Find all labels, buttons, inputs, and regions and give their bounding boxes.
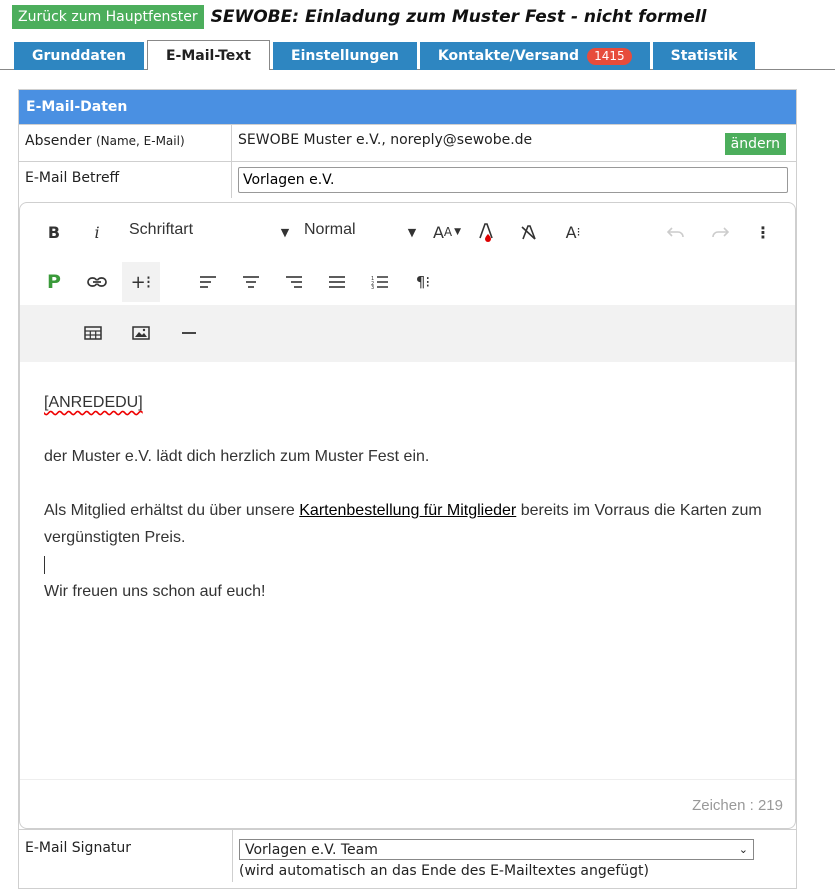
rich-text-editor: B i Schriftart ▼ Normal ▼ A A ▼ A ⁝ ⋮ P +⁝ — [19, 202, 796, 829]
font-family-chevron-icon[interactable]: ▼ — [267, 214, 303, 250]
chevron-down-icon: ⌄ — [738, 843, 748, 856]
content-closing: Wir freuen uns schon auf euch! — [44, 583, 266, 600]
tab-grunddaten[interactable]: Grunddaten — [14, 42, 144, 70]
subject-value-cell — [232, 162, 796, 198]
toolbar-row-3 — [20, 305, 795, 362]
content-greeting: [ANREDEDU] — [44, 394, 143, 411]
content-paragraph-2: Als Mitglied erhältst du über unsere Kar… — [44, 502, 762, 546]
signature-row: E-Mail Signatur Vorlagen e.V. Team ⌄ (wi… — [18, 829, 797, 882]
editor-content[interactable]: [ANREDEDU] der Muster e.V. lädt dich her… — [44, 389, 771, 605]
tab-kontakte-versand[interactable]: Kontakte/Versand 1415 — [419, 42, 650, 70]
align-right-icon[interactable] — [276, 264, 312, 300]
text-case-icon[interactable]: A A ▼ — [423, 214, 471, 250]
text-cursor — [44, 551, 771, 578]
font-family-select[interactable]: Schriftart — [129, 221, 193, 239]
sender-value-cell: SEWOBE Muster e.V., noreply@sewobe.de än… — [232, 125, 796, 161]
order-link[interactable]: Kartenbestellung für Mitglieder — [299, 502, 516, 519]
tab-einstellungen[interactable]: Einstellungen — [273, 42, 417, 70]
subject-label: E-Mail Betreff — [19, 162, 232, 198]
redo-icon[interactable] — [702, 214, 738, 250]
font-size-select[interactable]: Normal — [304, 221, 356, 239]
link-icon[interactable] — [79, 264, 115, 300]
tab-email-text[interactable]: E-Mail-Text — [146, 40, 270, 70]
sender-row: Absender (Name, E-Mail) SEWOBE Muster e.… — [19, 124, 796, 161]
ordered-list-icon[interactable]: 123 — [362, 264, 398, 300]
toolbar-row-1: B i Schriftart ▼ Normal ▼ A A ▼ A ⁝ ⋮ — [20, 207, 795, 257]
subject-row: E-Mail Betreff — [19, 161, 796, 198]
align-left-icon[interactable] — [190, 264, 226, 300]
more-options-icon[interactable]: ⋮ — [745, 214, 781, 250]
font-color-icon[interactable] — [468, 214, 504, 250]
contact-count-badge: 1415 — [587, 47, 632, 65]
content-paragraph-1: der Muster e.V. lädt dich herzlich zum M… — [44, 448, 430, 465]
signature-value-cell: Vorlagen e.V. Team ⌄ (wird automatisch a… — [233, 830, 796, 882]
tab-statistik[interactable]: Statistik — [652, 42, 756, 70]
insert-more-icon[interactable]: +⁝ — [122, 262, 160, 302]
panel-title: E-Mail-Daten — [19, 90, 796, 124]
sender-label: Absender (Name, E-Mail) — [19, 125, 232, 161]
bold-icon[interactable]: B — [36, 214, 72, 250]
change-sender-button[interactable]: ändern — [724, 133, 786, 155]
toolbar-row-2: P +⁝ 123 ¶⁝ — [20, 257, 795, 307]
align-justify-icon[interactable] — [319, 264, 355, 300]
horizontal-line-icon[interactable] — [171, 315, 207, 351]
signature-label: E-Mail Signatur — [19, 830, 233, 882]
svg-text:3: 3 — [371, 285, 374, 289]
undo-icon[interactable] — [658, 214, 694, 250]
sender-value: SEWOBE Muster e.V., noreply@sewobe.de — [238, 132, 533, 148]
clear-format-icon[interactable] — [511, 214, 547, 250]
subject-input[interactable] — [238, 167, 788, 193]
paragraph-format-icon[interactable]: P — [36, 264, 72, 300]
character-counter: Zeichen : 219 — [692, 797, 783, 814]
table-icon[interactable] — [75, 315, 111, 351]
page-title: SEWOBE: Einladung zum Muster Fest - nich… — [210, 7, 707, 27]
align-center-icon[interactable] — [233, 264, 269, 300]
top-bar: Zurück zum Hauptfenster SEWOBE: Einladun… — [12, 5, 706, 29]
signature-hint: (wird automatisch an das Ende des E-Mail… — [239, 863, 650, 879]
text-style-icon[interactable]: A ⁝ — [555, 214, 591, 250]
signature-select[interactable]: Vorlagen e.V. Team ⌄ — [239, 839, 754, 860]
image-icon[interactable] — [123, 315, 159, 351]
back-to-main-button[interactable]: Zurück zum Hauptfenster — [12, 5, 204, 29]
paragraph-more-icon[interactable]: ¶⁝ — [405, 264, 441, 300]
italic-icon[interactable]: i — [79, 214, 115, 250]
editor-footer-divider — [20, 779, 795, 780]
tab-bar: Grunddaten E-Mail-Text Einstellungen Kon… — [14, 40, 758, 70]
